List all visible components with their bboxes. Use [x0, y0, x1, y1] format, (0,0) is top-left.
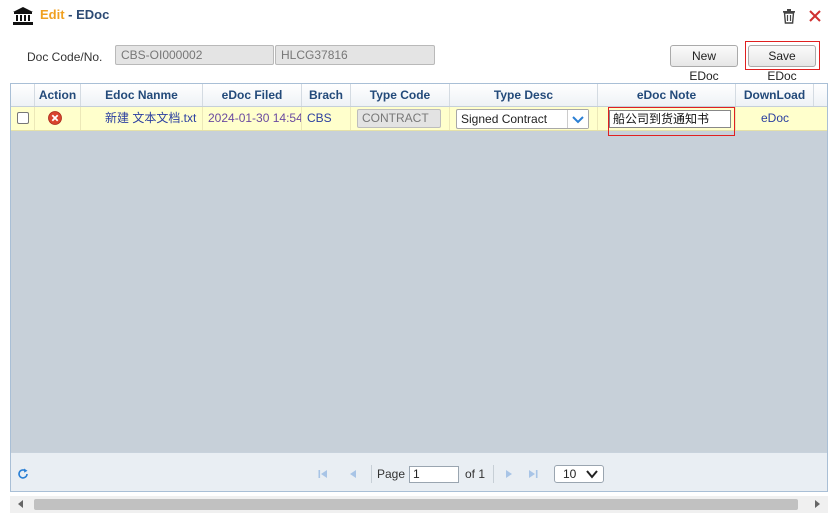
scroll-left-icon[interactable]	[18, 500, 23, 508]
header-download[interactable]: DownLoad	[736, 84, 814, 106]
edoc-grid: Action Edoc Nanme eDoc Filed Brach Type …	[10, 83, 828, 492]
header-edoc-filed[interactable]: eDoc Filed	[203, 84, 302, 106]
refresh-icon[interactable]	[17, 468, 29, 480]
page-size-select[interactable]: 10	[554, 465, 604, 483]
chevron-down-icon	[586, 470, 598, 479]
type-desc-value: Signed Contract	[461, 112, 548, 126]
header-edoc-name[interactable]: Edoc Nanme	[81, 84, 203, 106]
page-total-label: of 1	[465, 467, 486, 481]
type-desc-select[interactable]: Signed Contract	[456, 109, 589, 129]
horizontal-scrollbar[interactable]	[10, 496, 828, 513]
prev-page-icon[interactable]	[347, 468, 359, 480]
doc-no-input[interactable]: HLCG37816	[275, 45, 435, 65]
title-separator: -	[64, 7, 77, 22]
page-number-input[interactable]: 1	[409, 466, 459, 483]
dialog-titlebar: Edit - EDoc	[0, 0, 839, 32]
header-select	[11, 84, 35, 106]
chevron-down-icon[interactable]	[567, 110, 588, 128]
delete-circle-icon[interactable]	[48, 111, 62, 125]
scrollbar-thumb[interactable]	[34, 499, 798, 510]
brach-cell: CBS	[302, 107, 351, 130]
header-brach[interactable]: Brach	[302, 84, 351, 106]
header-type-desc[interactable]: Type Desc	[450, 84, 598, 106]
download-link[interactable]: eDoc	[737, 107, 813, 130]
page-size-value: 10	[563, 467, 577, 481]
row-select-cell	[11, 107, 35, 130]
pager-separator	[493, 465, 494, 483]
doc-code-input[interactable]: CBS-OI000002	[115, 45, 274, 65]
next-page-icon[interactable]	[503, 468, 515, 480]
edoc-filed-cell: 2024-01-30 14:54	[203, 107, 302, 130]
scroll-right-icon[interactable]	[815, 500, 820, 508]
header-edoc-note[interactable]: eDoc Note	[598, 84, 736, 106]
doc-code-label: Doc Code/No.	[27, 50, 103, 64]
title-object: EDoc	[76, 7, 110, 22]
edoc-name-cell[interactable]: 新建 文本文档.txt	[81, 107, 203, 130]
title-action: Edit	[40, 7, 65, 22]
type-code-field[interactable]: CONTRACT	[357, 109, 441, 128]
pager-separator	[371, 465, 372, 483]
trash-icon[interactable]	[781, 8, 797, 24]
dialog-title: Edit - EDoc	[40, 7, 109, 22]
bank-icon	[13, 7, 33, 25]
new-edoc-button[interactable]: New EDoc	[670, 45, 738, 83]
header-type-code[interactable]: Type Code	[351, 84, 450, 106]
first-page-icon[interactable]	[317, 468, 329, 480]
row-checkbox[interactable]	[17, 112, 29, 124]
last-page-icon[interactable]	[527, 468, 539, 480]
edoc-note-highlight	[608, 107, 735, 136]
close-icon[interactable]	[807, 8, 823, 24]
page-label: Page	[377, 467, 406, 481]
grid-pager: Page 1 of 1 10	[11, 452, 827, 491]
save-button-highlight	[745, 41, 820, 70]
header-action[interactable]: Action	[35, 84, 81, 106]
grid-header: Action Edoc Nanme eDoc Filed Brach Type …	[11, 84, 827, 107]
